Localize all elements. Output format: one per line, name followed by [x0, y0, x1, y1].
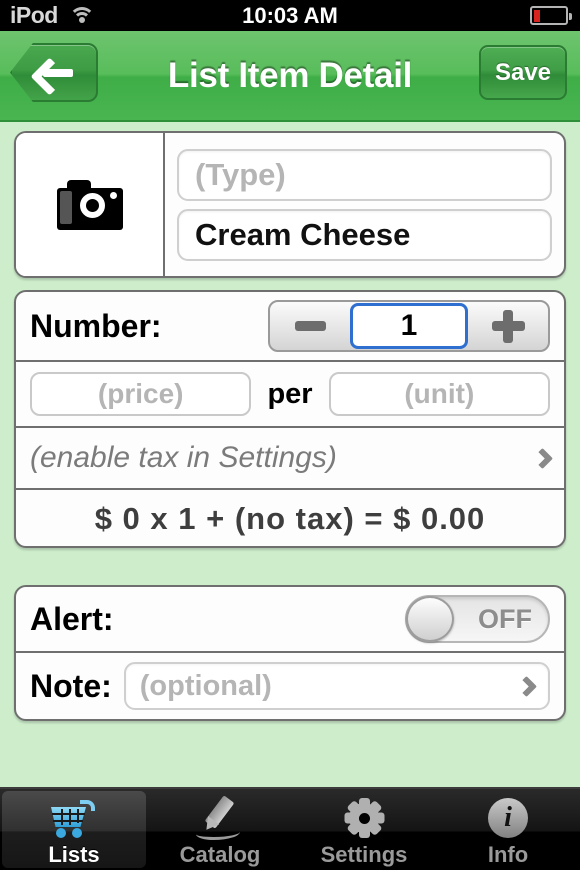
tab-info-label: Info — [487, 842, 529, 867]
tab-settings-label: Settings — [320, 842, 408, 867]
alert-row: Alert: OFF — [16, 587, 564, 653]
chevron-right-icon — [531, 447, 554, 469]
note-placeholder: (optional) — [139, 669, 272, 702]
quantity-stepper: 1 — [268, 300, 550, 352]
alert-toggle-state: OFF — [478, 603, 532, 634]
number-label: Number: — [30, 307, 162, 344]
info-circle-icon: i — [488, 797, 528, 839]
tab-lists-label: Lists — [48, 842, 100, 867]
type-field[interactable]: (Type) — [177, 148, 552, 201]
name-field[interactable]: Cream Cheese — [177, 208, 552, 261]
tab-bar: Lists Catalog Settings i Info — [0, 787, 580, 870]
app-screen: iPod 10:03 AM List Item Detail Save (Typ… — [0, 0, 580, 870]
tab-settings[interactable]: Settings — [292, 789, 436, 870]
decrement-button[interactable] — [270, 302, 350, 350]
status-bar: iPod 10:03 AM — [0, 0, 580, 31]
gear-icon — [344, 797, 384, 839]
status-time: 10:03 AM — [242, 2, 338, 28]
price-input[interactable]: (price) — [30, 372, 252, 416]
save-button[interactable]: Save — [479, 45, 567, 100]
item-options-card: Alert: OFF Note: (optional) — [14, 585, 566, 721]
note-input[interactable]: (optional) — [123, 662, 550, 710]
camera-icon — [56, 179, 123, 230]
tab-catalog[interactable]: Catalog — [148, 789, 292, 870]
price-unit-row: (price) per (unit) — [16, 362, 564, 428]
chevron-right-icon — [515, 675, 538, 697]
toggle-knob — [406, 596, 454, 642]
shopping-cart-icon — [51, 799, 97, 839]
plus-icon — [491, 309, 525, 343]
number-row: Number: 1 — [16, 292, 564, 362]
item-fields: (Type) Cream Cheese — [165, 133, 564, 276]
unit-input[interactable]: (unit) — [328, 372, 551, 416]
battery-low-icon — [530, 6, 572, 25]
photo-button[interactable] — [16, 133, 165, 276]
total-row: $ 0 x 1 + (no tax) = $ 0.00 — [16, 490, 564, 546]
tax-row[interactable]: (enable tax in Settings) — [16, 428, 564, 490]
total-calculation-label: $ 0 x 1 + (no tax) = $ 0.00 — [94, 501, 486, 536]
note-row: Note: (optional) — [16, 653, 564, 719]
tax-hint-label: (enable tax in Settings) — [30, 441, 337, 474]
tab-catalog-label: Catalog — [179, 842, 261, 867]
item-detail-card: Number: 1 (price) per (unit) (enable tax… — [14, 290, 566, 548]
alert-toggle[interactable]: OFF — [405, 595, 550, 643]
navigation-bar: List Item Detail Save — [0, 31, 580, 122]
alert-label: Alert: — [30, 600, 114, 637]
pencil-icon — [196, 795, 243, 840]
increment-button[interactable] — [468, 302, 548, 350]
minus-icon — [294, 321, 326, 331]
tab-info[interactable]: i Info — [436, 789, 580, 870]
per-label: per — [267, 377, 313, 410]
quantity-input[interactable]: 1 — [350, 303, 468, 349]
note-label: Note: — [30, 667, 112, 704]
item-identity-card: (Type) Cream Cheese — [14, 131, 566, 278]
tab-lists[interactable]: Lists — [2, 791, 146, 868]
